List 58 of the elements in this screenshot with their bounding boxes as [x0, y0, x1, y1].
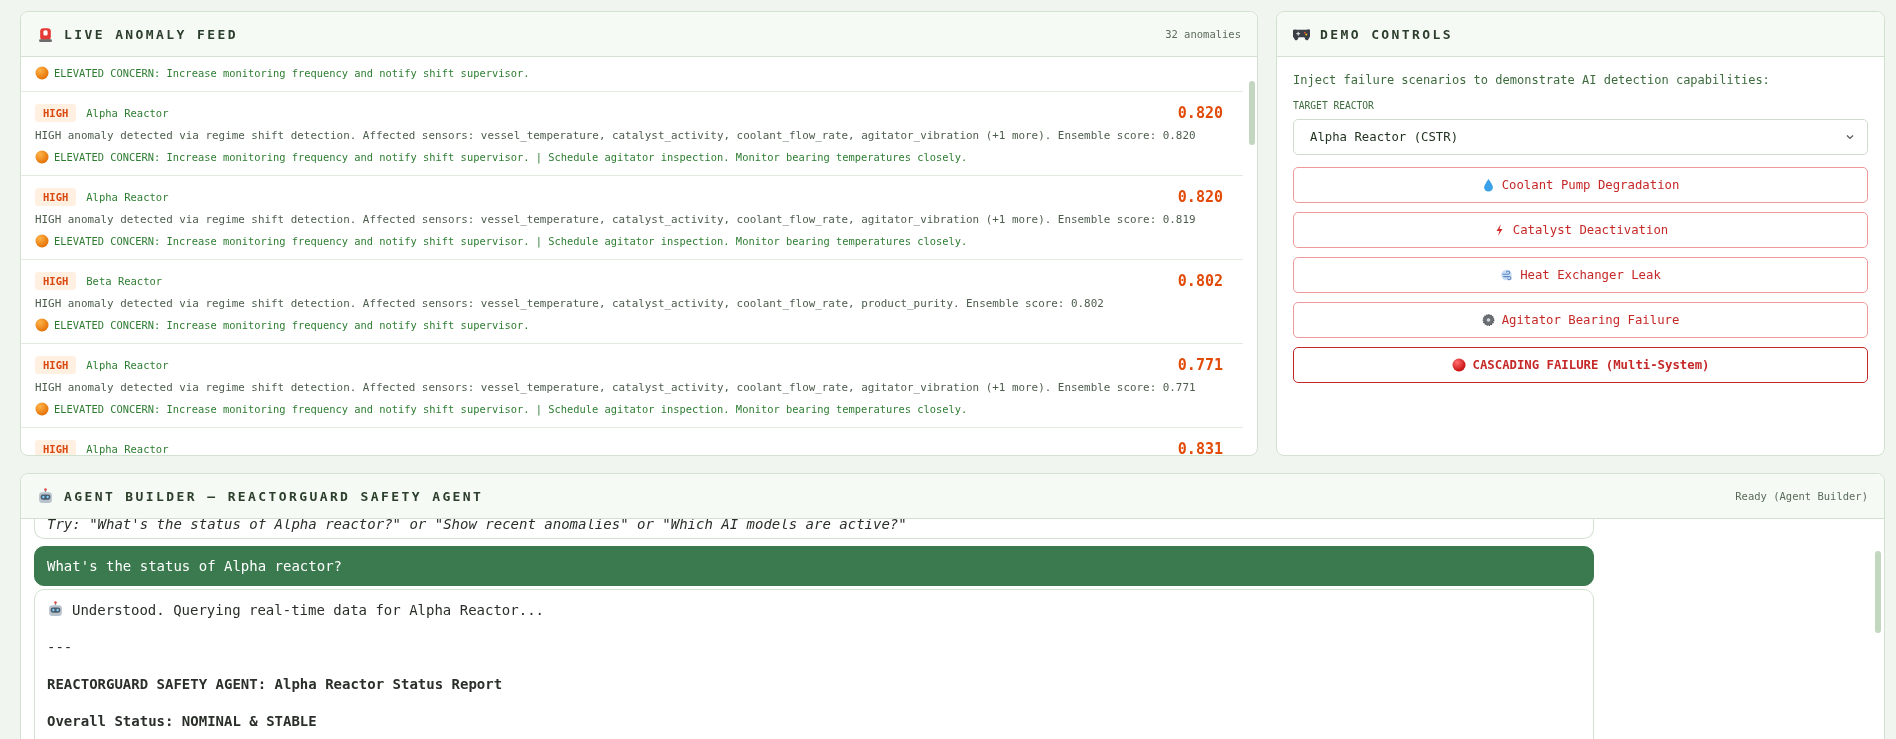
reactor-name: Alpha Reactor: [86, 443, 169, 455]
severity-badge: HIGH: [35, 188, 77, 206]
status-dot-icon: [35, 66, 49, 80]
concern-text: ELEVATED CONCERN: Increase monitoring frequency and notify shift supervisor. | Schedule agitator inspection. Monitor bearing temperatures closely.: [54, 151, 968, 163]
panel-title: LIVE ANOMALY FEED: [64, 26, 238, 42]
severity-badge: HIGH: [35, 440, 77, 455]
scenario-button[interactable]: Coolant Pump Degradation: [1293, 167, 1868, 203]
anomaly-score: 0.831: [1177, 440, 1223, 455]
message-text: REACTORGUARD SAFETY AGENT: Alpha Reactor Status Report: [47, 676, 503, 692]
panel-title: DEMO CONTROLS: [1320, 26, 1453, 42]
status-dot-icon: [35, 234, 49, 248]
reactor-name: Alpha Reactor: [86, 191, 169, 203]
scenario-button[interactable]: CASCADING FAILURE (Multi-System): [1293, 347, 1868, 383]
reactor-name: Alpha Reactor: [86, 107, 169, 119]
robot-icon: [47, 601, 64, 618]
message-text: Understood. Querying real-time data for Alpha Reactor...: [72, 601, 544, 618]
alert-dot-icon: [1451, 358, 1466, 372]
concern-text: ELEVATED CONCERN: Increase monitoring frequency and notify shift supervisor. | Schedule agitator inspection. Monitor bearing temperatures closely.: [54, 403, 968, 415]
anomaly-description: HIGH anomaly detected via regime shift detection. Affected sensors: vessel_temperature, catalyst_activity, coolant_flow_rate, product_purity. Ensemble score: 0.802: [35, 297, 1105, 311]
message-text: ---: [47, 639, 73, 655]
scenario-button[interactable]: Agitator Bearing Failure: [1293, 302, 1868, 338]
field-label: TARGET REACTOR: [1293, 100, 1375, 111]
scenario-button[interactable]: Heat Exchanger Leak: [1293, 257, 1868, 293]
concern-text: ELEVATED CONCERN: Increase monitoring frequency and notify shift supervisor.: [54, 319, 530, 331]
anomaly-count: 32 anomalies: [1165, 28, 1241, 40]
status-dot-icon: [35, 402, 49, 416]
message-text: What's the status of Alpha reactor?: [47, 558, 342, 574]
scenario-button[interactable]: Catalyst Deactivation: [1293, 212, 1868, 248]
status-dot-icon: [35, 150, 49, 164]
droplet-icon: [1481, 178, 1495, 192]
anomaly-score: 0.771: [1177, 356, 1223, 374]
severity-badge: HIGH: [35, 104, 77, 122]
chevron-down-icon: [1845, 132, 1855, 142]
gear-icon: [1481, 313, 1495, 327]
concern-text: ELEVATED CONCERN: Increase monitoring frequency and notify shift supervisor.: [54, 67, 530, 79]
wind-icon: [1500, 268, 1514, 282]
anomaly-score: 0.802: [1177, 272, 1223, 290]
message-text: Try: "What's the status of Alpha reactor?" or "Show recent anomalies" or "Which AI models are active?": [47, 519, 907, 532]
anomaly-description: HIGH anomaly detected via regime shift detection. Affected sensors: vessel_temperature, catalyst_activity, coolant_flow_rate, agitator_vibration (+1 more). Ensemble score: 0.820: [35, 129, 1197, 143]
robot-icon: [37, 487, 54, 505]
siren-icon: [37, 25, 54, 43]
severity-badge: HIGH: [35, 272, 77, 290]
reactor-dropdown[interactable]: Alpha Reactor (CSTR): [1293, 119, 1868, 155]
reactor-name: Beta Reactor: [86, 275, 163, 287]
panel-title: AGENT BUILDER — REACTORGUARD SAFETY AGENT: [64, 488, 484, 504]
anomaly-description: HIGH anomaly detected via regime shift detection. Affected sensors: vessel_temperature, catalyst_activity, coolant_flow_rate, agitator_vibration (+1 more). Ensemble score: 0.771: [35, 381, 1197, 395]
scrollbar[interactable]: [1249, 81, 1255, 145]
anomaly-score: 0.820: [1177, 104, 1223, 122]
severity-badge: HIGH: [35, 356, 77, 374]
anomaly-description: HIGH anomaly detected via regime shift detection. Affected sensors: vessel_temperature, catalyst_activity, coolant_flow_rate, agitator_vibration (+1 more). Ensemble score: 0.819: [35, 213, 1197, 227]
status-dot-icon: [35, 318, 49, 332]
concern-text: ELEVATED CONCERN: Increase monitoring frequency and notify shift supervisor. | Schedule agitator inspection. Monitor bearing temperatures closely.: [54, 235, 968, 247]
message-text: Overall Status: NOMINAL & STABLE: [47, 713, 317, 729]
agent-status: Ready (Agent Builder): [1735, 490, 1868, 502]
reactor-name: Alpha Reactor: [86, 359, 169, 371]
anomaly-score: 0.820: [1177, 188, 1223, 206]
intro-text: Inject failure scenarios to demonstrate AI detection capabilities:: [1293, 73, 1771, 87]
scrollbar[interactable]: [1875, 551, 1881, 633]
